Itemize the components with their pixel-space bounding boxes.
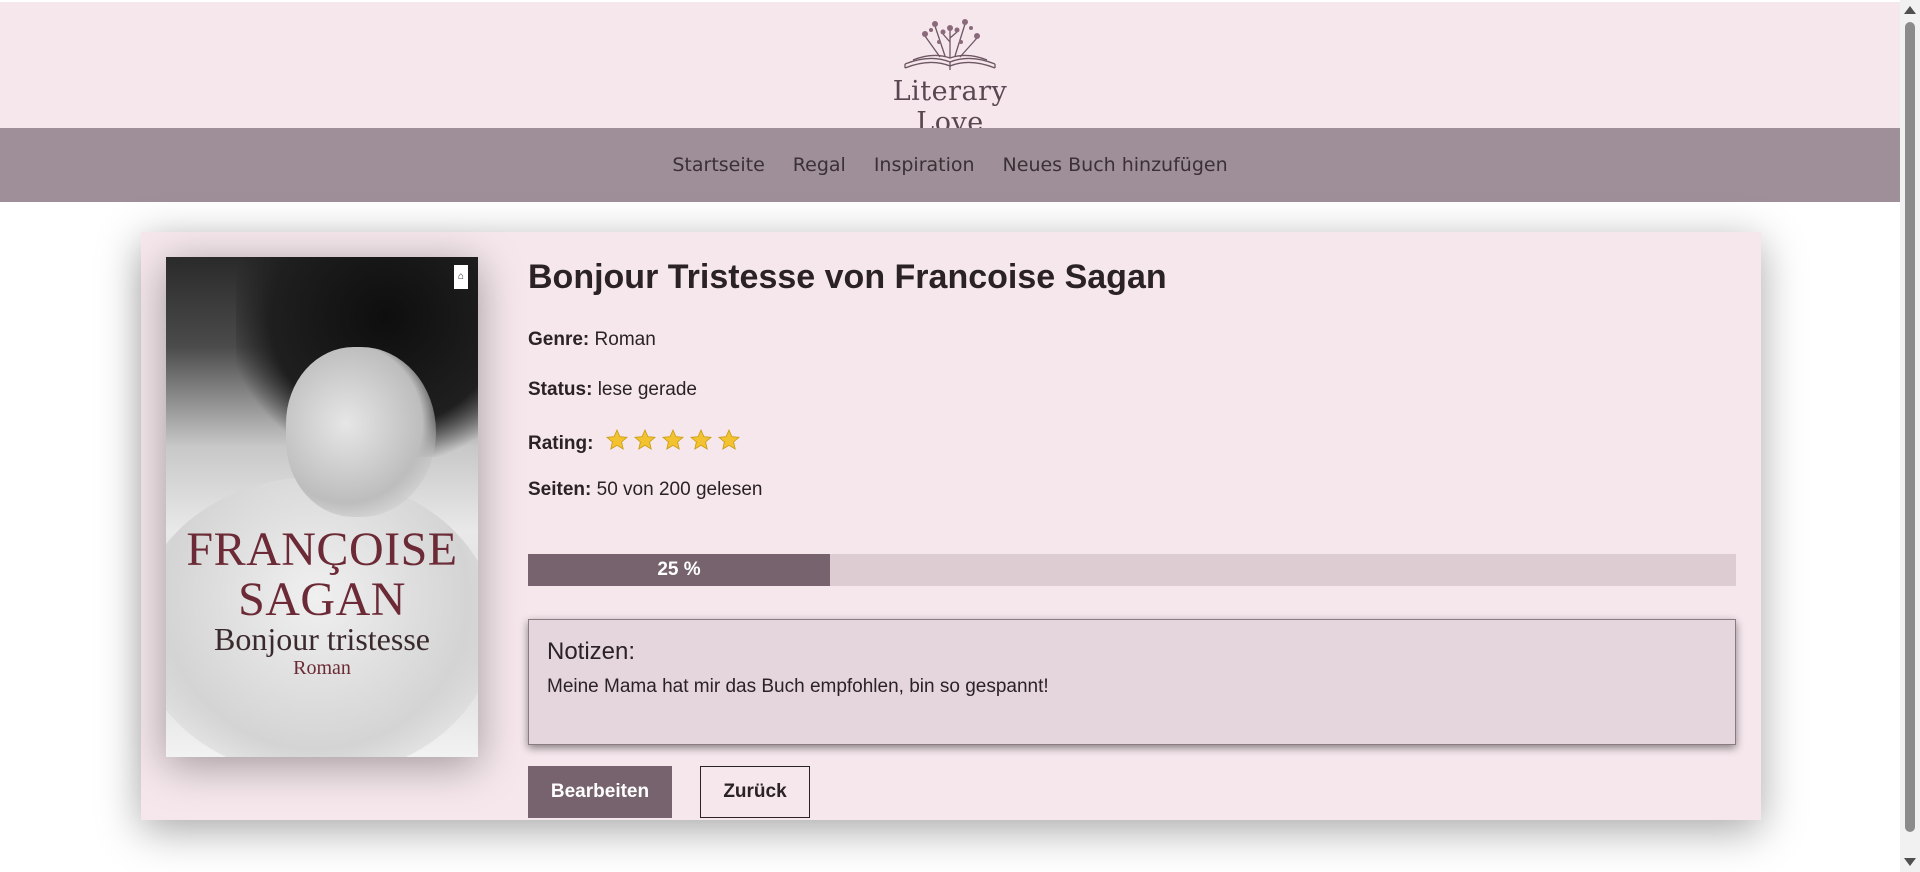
- star-icon: [717, 429, 740, 450]
- rating-row: Rating:: [528, 428, 741, 456]
- book-title: Bonjour Tristesse von Francoise Sagan: [528, 258, 1167, 296]
- cover-photo-face: [286, 347, 436, 517]
- nav-link-neues-buch[interactable]: Neues Buch hinzufügen: [1003, 154, 1228, 176]
- pages-value: 50 von 200 gelesen: [596, 479, 763, 500]
- rating-label: Rating:: [528, 433, 594, 454]
- genre-row: Genre: Roman: [528, 328, 656, 352]
- site-header: Literary Love: [0, 2, 1900, 138]
- open-book-with-flowers-icon: [904, 19, 996, 70]
- page: Literary Love Startseite Regal Inspirati…: [0, 0, 1900, 872]
- back-button[interactable]: Zurück: [700, 766, 810, 818]
- logo[interactable]: Literary Love: [855, 12, 1045, 138]
- notes-box: Notizen: Meine Mama hat mir das Buch emp…: [528, 619, 1736, 745]
- book-cover-image: ⌂ FRANÇOISE SAGAN Bonjour tristesse Roma…: [166, 257, 478, 757]
- book-details: Bonjour Tristesse von Francoise Sagan Ge…: [528, 256, 1736, 818]
- status-value: lese gerade: [597, 379, 697, 400]
- edit-button[interactable]: Bearbeiten: [528, 766, 672, 818]
- rating-stars: [605, 428, 741, 452]
- status-row: Status: lese gerade: [528, 378, 697, 402]
- nav-link-regal[interactable]: Regal: [793, 154, 846, 176]
- main-nav: Startseite Regal Inspiration Neues Buch …: [0, 128, 1900, 202]
- cover-subtitle: Roman: [293, 657, 351, 679]
- genre-value: Roman: [594, 329, 656, 350]
- genre-label: Genre:: [528, 329, 590, 350]
- scroll-up-arrow-icon[interactable]: [1904, 6, 1916, 14]
- status-label: Status:: [528, 379, 593, 400]
- notes-text: Meine Mama hat mir das Buch empfohlen, b…: [547, 676, 1049, 697]
- nav-link-inspiration[interactable]: Inspiration: [874, 154, 975, 176]
- book-detail-card: ⌂ FRANÇOISE SAGAN Bonjour tristesse Roma…: [141, 232, 1761, 820]
- publisher-logo: ⌂: [454, 265, 468, 289]
- progress-fill: 25 %: [528, 554, 830, 586]
- cover-author: FRANÇOISE SAGAN: [186, 523, 458, 626]
- notes-title: Notizen:: [547, 638, 636, 665]
- reading-progress-bar: 25 %: [528, 554, 1736, 586]
- cover-title: Bonjour tristesse: [214, 621, 430, 657]
- pages-label: Seiten:: [528, 479, 592, 500]
- star-icon: [689, 429, 712, 450]
- pages-row: Seiten: 50 von 200 gelesen: [528, 478, 763, 502]
- star-icon: [605, 429, 628, 450]
- star-icon: [633, 429, 656, 450]
- scroll-down-arrow-icon[interactable]: [1904, 858, 1916, 866]
- star-icon: [661, 429, 684, 450]
- vertical-scrollbar[interactable]: [1900, 0, 1920, 872]
- nav-link-startseite[interactable]: Startseite: [672, 154, 764, 176]
- scroll-thumb[interactable]: [1905, 22, 1915, 832]
